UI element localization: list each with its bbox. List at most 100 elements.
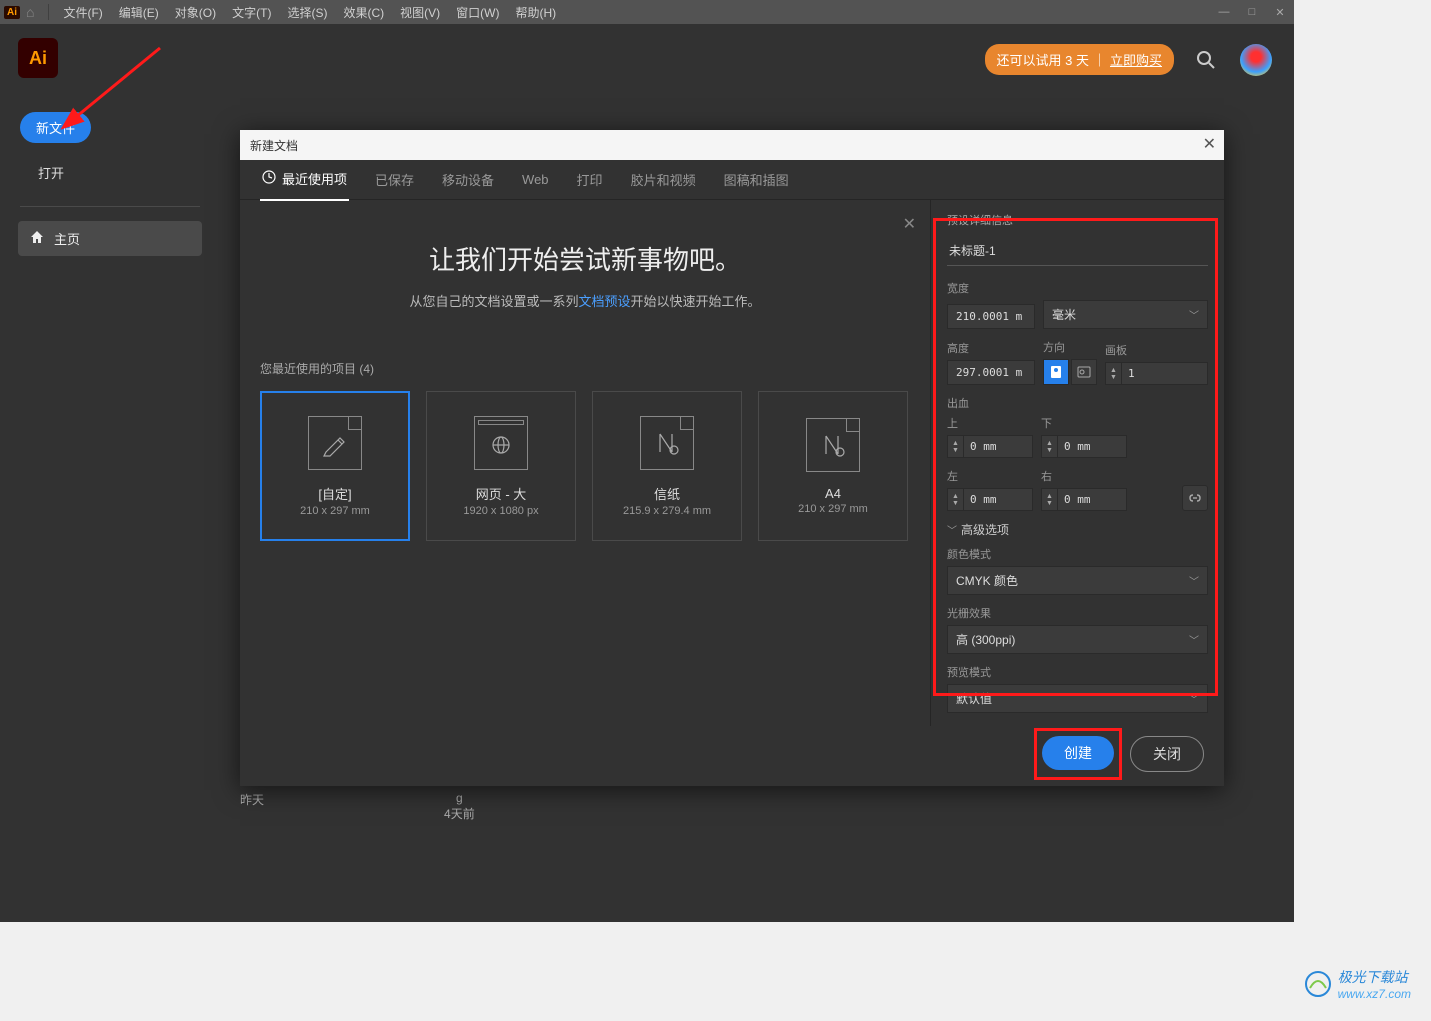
ai-badge-icon: Ai: [4, 6, 20, 19]
tab-mobile[interactable]: 移动设备: [440, 159, 496, 200]
bleed-right-label: 右: [1041, 468, 1127, 484]
bleed-right-stepper[interactable]: ▲▼: [1041, 488, 1127, 511]
bleed-top-stepper[interactable]: ▲▼: [947, 435, 1033, 458]
raster-label: 光栅效果: [947, 605, 1208, 621]
artboard-label: 画板: [1105, 342, 1208, 358]
app-window: Ai ⌂ 文件(F) 编辑(E) 对象(O) 文字(T) 选择(S) 效果(C)…: [0, 0, 1294, 922]
tab-web[interactable]: Web: [520, 161, 551, 198]
sidebar-item-home[interactable]: 主页: [18, 221, 202, 256]
orientation-portrait-button[interactable]: [1043, 359, 1069, 385]
web-preset-icon: [474, 416, 528, 470]
menu-edit[interactable]: 编辑(E): [111, 4, 167, 21]
raster-select[interactable]: 高 (300ppi) ﹀: [947, 625, 1208, 654]
unit-select[interactable]: 毫米 ﹀: [1043, 300, 1208, 329]
home-icon: [30, 230, 44, 247]
preset-card-a4[interactable]: A4 210 x 297 mm: [758, 391, 908, 541]
menu-effect[interactable]: 效果(C): [335, 4, 392, 21]
clock-icon: [262, 170, 276, 187]
avatar[interactable]: [1240, 44, 1272, 76]
orientation-landscape-button[interactable]: [1071, 359, 1097, 385]
preset-row: [自定] 210 x 297 mm 网页 - 大 1920 x 1080 px: [260, 391, 910, 541]
a4-preset-icon: [806, 418, 860, 472]
close-window-button[interactable]: ✕: [1266, 0, 1294, 24]
preset-card-custom[interactable]: [自定] 210 x 297 mm: [260, 391, 410, 541]
trial-badge[interactable]: 还可以试用 3 天 ｜ 立即购买: [985, 44, 1175, 75]
width-label: 宽度: [947, 280, 1208, 296]
search-icon[interactable]: [1196, 50, 1216, 75]
open-button[interactable]: 打开: [38, 163, 210, 182]
new-file-button[interactable]: 新文件: [20, 112, 91, 143]
chevron-down-icon: ﹀: [1189, 691, 1199, 706]
link-bleed-icon[interactable]: [1182, 485, 1208, 511]
height-label: 高度: [947, 340, 1035, 356]
preset-dims: 210 x 297 mm: [798, 503, 868, 515]
tab-film[interactable]: 胶片和视频: [629, 159, 698, 200]
tab-art[interactable]: 图稿和插图: [722, 159, 791, 200]
preset-dims: 1920 x 1080 px: [463, 505, 538, 517]
preset-details-panel: 预设详细信息 未标题-1 宽度 210.0001 m 毫米 ﹀ 高度 297.0…: [930, 200, 1224, 726]
left-divider: [20, 206, 200, 207]
topbar: Ai 还可以试用 3 天 ｜ 立即购买: [0, 24, 1294, 92]
artboard-input[interactable]: [1122, 363, 1176, 384]
close-button[interactable]: 关闭: [1130, 736, 1204, 772]
menu-help[interactable]: 帮助(H): [507, 4, 564, 21]
menu-window[interactable]: 窗口(W): [448, 4, 507, 21]
chevron-down-icon: ﹀: [1189, 307, 1199, 322]
bleed-bottom-label: 下: [1041, 415, 1127, 431]
document-name-input[interactable]: 未标题-1: [947, 236, 1208, 266]
color-mode-select[interactable]: CMYK 颜色 ﹀: [947, 566, 1208, 595]
menu-object[interactable]: 对象(O): [167, 4, 224, 21]
custom-preset-icon: [308, 416, 362, 470]
hero-subtitle: 从您自己的文档设置或一系列文档预设开始以快速开始工作。: [260, 291, 910, 310]
preview-select[interactable]: 默认值 ﹀: [947, 684, 1208, 713]
watermark: 极光下载站 www.xz7.com: [1304, 967, 1411, 1001]
tab-recent[interactable]: 最近使用项: [260, 158, 349, 201]
trial-text: 还可以试用 3 天: [997, 50, 1089, 69]
bleed-left-stepper[interactable]: ▲▼: [947, 488, 1033, 511]
tab-print[interactable]: 打印: [575, 159, 605, 200]
artboard-stepper[interactable]: ▲▼: [1105, 362, 1208, 385]
hero-title: 让我们开始尝试新事物吧。: [260, 240, 910, 277]
dialog-title: 新建文档: [250, 137, 298, 154]
create-button[interactable]: 创建: [1042, 736, 1114, 770]
preset-title: A4: [825, 486, 841, 501]
dialog-close-icon[interactable]: ✕: [1203, 134, 1216, 154]
minimize-button[interactable]: —: [1210, 0, 1238, 24]
home-icon[interactable]: ⌂: [26, 4, 34, 20]
preset-card-web-large[interactable]: 网页 - 大 1920 x 1080 px: [426, 391, 576, 541]
chevron-down-icon: ﹀: [947, 522, 957, 537]
menu-select[interactable]: 选择(S): [279, 4, 335, 21]
watermark-name: 极光下载站: [1338, 967, 1411, 987]
preset-title: 信纸: [654, 484, 680, 503]
watermark-url: www.xz7.com: [1338, 987, 1411, 1001]
hero-close-icon[interactable]: ✕: [903, 214, 916, 234]
chevron-down-icon: ﹀: [1189, 573, 1199, 588]
advanced-toggle[interactable]: ﹀ 高级选项: [947, 521, 1208, 538]
width-input[interactable]: 210.0001 m: [947, 304, 1035, 329]
bg-recent-2-line2: 4天前: [444, 805, 475, 822]
preset-dims: 210 x 297 mm: [300, 505, 370, 517]
preset-title: 网页 - 大: [476, 484, 527, 503]
tab-saved[interactable]: 已保存: [373, 159, 416, 200]
left-panel: 新文件 打开 主页: [0, 92, 220, 276]
buy-now-link[interactable]: 立即购买: [1110, 50, 1162, 69]
bleed-left-label: 左: [947, 468, 1033, 484]
menubar: Ai ⌂ 文件(F) 编辑(E) 对象(O) 文字(T) 选择(S) 效果(C)…: [0, 0, 1294, 24]
menu-file[interactable]: 文件(F): [55, 4, 110, 21]
preview-label: 预览模式: [947, 664, 1208, 680]
ai-logo-icon: Ai: [18, 38, 58, 78]
preset-title: [自定]: [318, 484, 351, 503]
preset-dims: 215.9 x 279.4 mm: [623, 505, 711, 517]
dialog-header: 新建文档 ✕: [240, 130, 1224, 160]
dialog-footer: 创建 关闭: [1042, 736, 1204, 772]
menu-type[interactable]: 文字(T): [224, 4, 279, 21]
bleed-bottom-stepper[interactable]: ▲▼: [1041, 435, 1127, 458]
preset-card-letter[interactable]: 信纸 215.9 x 279.4 mm: [592, 391, 742, 541]
dialog-main: ✕ 让我们开始尝试新事物吧。 从您自己的文档设置或一系列文档预设开始以快速开始工…: [240, 200, 930, 726]
doc-presets-link[interactable]: 文档预设: [578, 294, 630, 309]
maximize-button[interactable]: □: [1238, 0, 1266, 24]
height-input[interactable]: 297.0001 m: [947, 360, 1035, 385]
menu-view[interactable]: 视图(V): [392, 4, 448, 21]
menubar-divider: [48, 4, 49, 20]
recent-label: 您最近使用的项目 (4): [260, 360, 910, 377]
